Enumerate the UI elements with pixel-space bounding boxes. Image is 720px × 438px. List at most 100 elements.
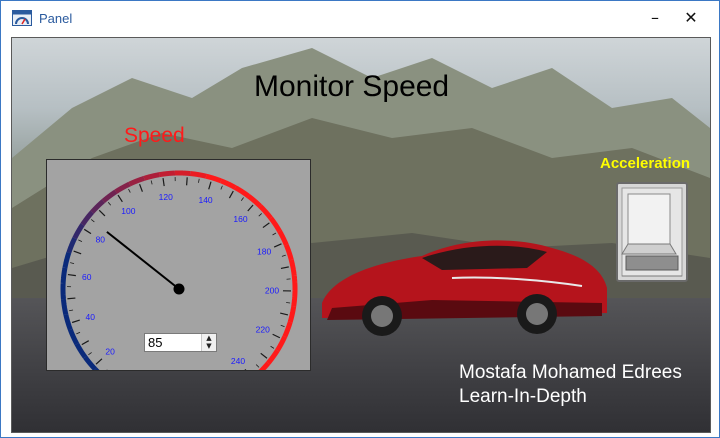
gauge-tick-label: 120 [159, 192, 173, 202]
gauge-tick [208, 181, 212, 190]
gauge-tick [90, 219, 95, 223]
gauge-tick [258, 213, 262, 217]
gauge-tick [280, 266, 289, 270]
gauge-tick [280, 324, 285, 327]
author-name: Mostafa Mohamed Edrees [459, 362, 682, 383]
gauge-arc-segment [205, 173, 223, 184]
gauge-tick [280, 312, 289, 316]
speed-gauge: 020406080100120140160180200220240 85 ▲ ▼ [46, 159, 311, 371]
gauge-needle-hub [173, 283, 185, 295]
gauge-tick [67, 297, 76, 300]
gauge-arc-segment [220, 178, 237, 190]
red-sports-car-image [322, 240, 607, 336]
panel-window: Panel – ✕ Monitor Speed Speed Accelerati… [0, 0, 720, 438]
gauge-tick [281, 254, 286, 257]
gauge-tick-label: 200 [265, 286, 279, 296]
panel-app-icon [12, 10, 32, 26]
gauge-tick [139, 183, 143, 192]
gauge-tick-label: 60 [82, 272, 92, 282]
gauge-tick [88, 352, 92, 356]
gauge-tick [272, 333, 281, 339]
gauge-tick [107, 201, 112, 206]
gauge-arc-segment [143, 172, 160, 181]
gauge-arc-segment [60, 298, 69, 316]
gauge-tick [255, 364, 260, 368]
spin-up-button[interactable]: ▲ [202, 334, 216, 342]
gauge-arc-segment [284, 244, 294, 261]
spin-down-button[interactable]: ▼ [202, 342, 216, 350]
minimize-button[interactable]: – [635, 3, 675, 33]
acceleration-label: Acceleration [600, 155, 691, 172]
gauge-arc-segment [282, 321, 293, 338]
gauge-tick [76, 331, 81, 335]
close-button[interactable]: ✕ [671, 3, 711, 33]
gauge-tick [220, 185, 223, 190]
speed-numeric-input[interactable]: 85 ▲ ▼ [144, 333, 217, 352]
gauge-tick-label: 100 [121, 206, 135, 216]
gauge-tick-label: 180 [257, 246, 271, 256]
gauge-arc-segment [190, 171, 207, 179]
gauge-arc-segment [83, 355, 98, 370]
speed-input-value[interactable]: 85 [148, 335, 162, 350]
gauge-tick [150, 180, 153, 185]
gauge-arc-segment [67, 328, 80, 346]
gauge-arc-segment [94, 367, 100, 370]
gauge-tick [286, 302, 291, 304]
gauge-arc-segment [63, 314, 73, 331]
gauge-needle [106, 231, 180, 290]
gauge-arc-segment [288, 259, 297, 276]
panel-client-area: Monitor Speed Speed Acceleration 0204060… [11, 37, 711, 433]
gauge-tick [73, 250, 82, 255]
gauge-tick [198, 178, 200, 183]
gauge-arc-segment [234, 185, 250, 199]
gauge-arc-segment [114, 181, 131, 194]
gauge-arc-segment [277, 229, 289, 247]
gauge-tick [128, 188, 131, 193]
gauge-tick [71, 319, 80, 324]
gauge-tick [260, 352, 268, 359]
gauge-tick [262, 222, 270, 229]
gauge-tick [240, 197, 244, 201]
gauge-arc-segment [90, 199, 105, 214]
gauge-tick [273, 243, 282, 248]
gauge-arc-segment [60, 267, 68, 284]
gauge-tick [272, 232, 277, 236]
gauge-tick [95, 358, 103, 365]
speed-label: Speed [124, 124, 185, 147]
gauge-arc-segment [62, 251, 72, 269]
gauge-tick-label: 220 [256, 324, 270, 334]
title-bar[interactable]: Panel – ✕ [1, 1, 719, 35]
gauge-tick-label: 160 [233, 214, 247, 224]
gauge-tick [186, 177, 188, 186]
gauge-tick-label: 80 [96, 234, 106, 244]
gauge-tick-label: 20 [105, 346, 115, 356]
gauge-arc-segment [258, 361, 271, 370]
gauge-tick [81, 340, 90, 346]
gauge-arc-segment [291, 275, 298, 292]
gauge-arc-segment [258, 204, 273, 220]
gauge-tick-label: 240 [231, 356, 245, 366]
gauge-tick-label: 140 [198, 195, 212, 205]
gauge-arc-segment [275, 335, 288, 352]
gauge-tick [228, 190, 234, 199]
gauge-arc-segment [266, 349, 280, 365]
gauge-tick [67, 273, 76, 277]
gauge-arc-segment [66, 237, 77, 254]
gauge-arc-segment [287, 306, 297, 323]
gauge-tick [117, 194, 123, 203]
gauge-tick [70, 262, 75, 264]
gauge-tick [69, 309, 74, 312]
gauge-arc-segment [268, 216, 282, 233]
gauge-arc-segment [128, 175, 145, 187]
gauge-arc-segment [74, 342, 88, 359]
gauge-arc-segment [174, 170, 191, 177]
gauge-arc-segment [80, 210, 94, 227]
gauge-arc-segment [72, 223, 85, 240]
author-channel: Learn-In-Depth [459, 386, 587, 407]
acceleration-toggle-switch[interactable] [616, 182, 688, 282]
gauge-tick [270, 345, 275, 349]
gauge-tick [98, 209, 106, 217]
gauge-arc-segment [158, 170, 176, 178]
gauge-tick [162, 178, 165, 187]
author-credit: Mostafa Mohamed Edrees Learn-In-Depth [459, 361, 682, 409]
